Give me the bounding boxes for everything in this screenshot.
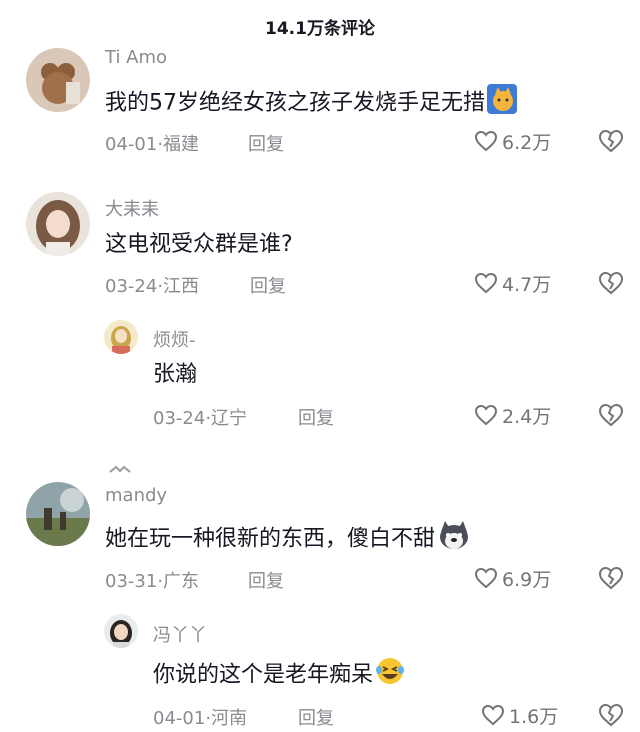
comment-location: 福建	[163, 134, 200, 155]
reply-button[interactable]: 回复	[248, 130, 284, 156]
reply-username[interactable]: 冯丫丫	[153, 621, 207, 647]
reply-button[interactable]: 回复	[250, 272, 286, 298]
comment-date: 03-24	[105, 276, 158, 297]
like-count: 1.6万	[509, 705, 559, 728]
comment-text-content: 我的57岁绝经女孩之孩子发烧手足无措	[105, 90, 485, 116]
husky-emoji-icon	[437, 520, 471, 559]
comment-date: 03-31	[105, 571, 158, 592]
broken-heart-icon	[598, 566, 624, 590]
like-button[interactable]: 6.9万	[474, 565, 551, 591]
broken-heart-icon	[598, 129, 624, 153]
dislike-button[interactable]	[598, 565, 624, 591]
reply-text: 你说的这个是老年痴呆	[153, 656, 405, 695]
reply-button[interactable]: 回复	[298, 704, 334, 730]
comment-date-location: 03-31·广东	[105, 571, 200, 592]
heart-icon	[474, 567, 498, 589]
reply-location: 河南	[211, 708, 248, 729]
comment-text: 我的57岁绝经女孩之孩子发烧手足无措	[105, 84, 517, 123]
reply-date-location: 04-01·河南	[153, 708, 248, 729]
heart-icon	[481, 704, 505, 726]
avatar[interactable]	[104, 614, 138, 648]
comment-username[interactable]: 大耒耒	[105, 195, 159, 221]
broken-heart-icon	[598, 271, 624, 295]
comment-date-location: 03-24·江西	[105, 276, 200, 297]
like-button[interactable]: 6.2万	[474, 128, 551, 154]
like-count: 2.4万	[502, 405, 552, 428]
avatar[interactable]	[26, 48, 90, 112]
heart-icon	[474, 404, 498, 426]
reply-date-location: 03-24·辽宁	[153, 408, 248, 429]
reply-username[interactable]: 烦烦-	[153, 326, 196, 352]
comment-username[interactable]: mandy	[105, 485, 167, 506]
reply-button[interactable]: 回复	[298, 404, 334, 430]
reply-text: 张瀚	[153, 362, 198, 387]
broken-heart-icon	[598, 403, 624, 427]
comment-location: 广东	[163, 571, 200, 592]
like-count: 6.2万	[502, 131, 552, 154]
comment-text: 她在玩一种很新的东西，傻白不甜	[105, 520, 471, 559]
like-count: 6.9万	[502, 568, 552, 591]
broken-heart-icon	[598, 703, 624, 727]
comment-text-content: 她在玩一种很新的东西，傻白不甜	[105, 526, 436, 552]
cat-emoji-icon	[487, 84, 517, 123]
laugh-cry-emoji-icon	[375, 656, 405, 695]
comment-text: 这电视受众群是谁?	[105, 232, 293, 257]
dislike-button[interactable]	[598, 128, 624, 154]
comments-count-title: 14.1万条评论	[265, 19, 375, 39]
like-button[interactable]: 4.7万	[474, 270, 551, 296]
avatar[interactable]	[104, 320, 138, 354]
reply-text-content: 你说的这个是老年痴呆	[153, 662, 374, 688]
dislike-button[interactable]	[598, 702, 624, 728]
reply-date: 03-24	[153, 408, 206, 429]
reply-location: 辽宁	[211, 408, 248, 429]
like-count: 4.7万	[502, 273, 552, 296]
like-button[interactable]: 2.4万	[474, 402, 551, 428]
dislike-button[interactable]	[598, 402, 624, 428]
like-button[interactable]: 1.6万	[481, 702, 558, 728]
reply-button[interactable]: 回复	[248, 567, 284, 593]
avatar[interactable]	[26, 482, 90, 546]
comment-location: 江西	[163, 276, 200, 297]
collapsed-replies-indicator	[108, 458, 136, 473]
heart-icon	[474, 272, 498, 294]
reply-date: 04-01	[153, 708, 206, 729]
comment-date: 04-01	[105, 134, 158, 155]
heart-icon	[474, 130, 498, 152]
comment-date-location: 04-01·福建	[105, 134, 200, 155]
avatar[interactable]	[26, 192, 90, 256]
comment-username[interactable]: Ti Amo	[105, 47, 167, 68]
dislike-button[interactable]	[598, 270, 624, 296]
